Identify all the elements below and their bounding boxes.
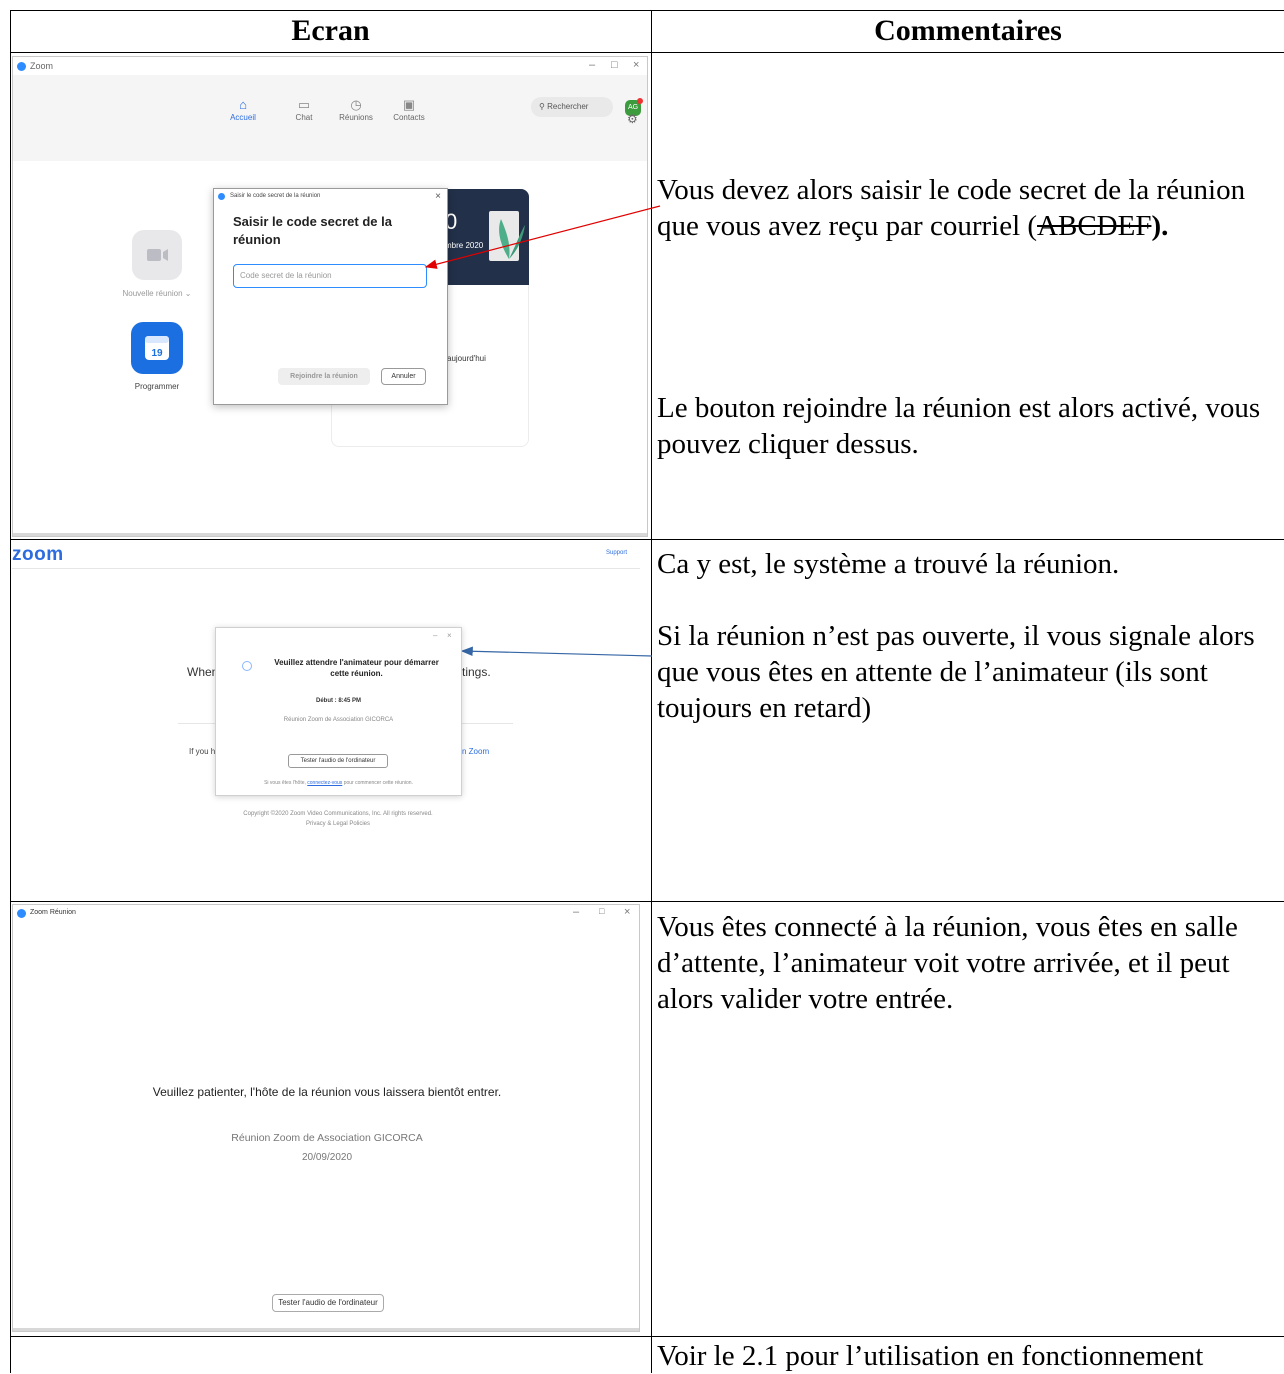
nav-meetings[interactable]: ◷ Réunions xyxy=(331,97,381,122)
bg-text-ifyou: If you h xyxy=(189,747,216,756)
row2-divider xyxy=(10,901,1284,902)
new-meeting-tile[interactable] xyxy=(132,230,182,280)
close-icon[interactable]: × xyxy=(633,59,639,71)
bg-text-zoom: n Zoom xyxy=(462,747,490,756)
row2-comment-1: Ca y est, le système a trouvé la réunion… xyxy=(657,546,1281,582)
card-today: aujourd'hui xyxy=(447,354,486,363)
document-page: { "table": { "col_screen": "Ecran", "col… xyxy=(0,0,1284,1373)
window-titlebar: Zoom – □ × xyxy=(13,57,647,75)
test-audio-button[interactable]: Tester l'audio de l'ordinateur xyxy=(272,1294,384,1312)
chat-icon: ▭ xyxy=(297,97,311,112)
row4-comment-text: Voir le 2.1 pour l’utilisation en foncti… xyxy=(657,1340,1204,1372)
row2-comment-2-text: Si la réunion n’est pas ouverte, il vous… xyxy=(657,620,1255,724)
host-signin-link[interactable]: connectez-vous xyxy=(307,780,342,786)
minimize-icon[interactable]: – xyxy=(573,906,579,918)
row1-comment-code: ABCDEF xyxy=(1037,210,1152,242)
dialog-close-icon[interactable]: × xyxy=(435,191,441,202)
dialog-heading: Saisir le code secret de la réunion xyxy=(233,214,392,247)
window-bottom-edge xyxy=(13,533,647,536)
nav-home-label: Accueil xyxy=(230,113,256,122)
zoom-logo-icon xyxy=(218,193,225,200)
bg-text-tings: tings. xyxy=(462,665,491,679)
meeting-date: 20/09/2020 xyxy=(301,1152,353,1163)
row2-comment-1-text: Ca y est, le système a trouvé la réunion… xyxy=(657,548,1120,580)
window-titlebar: Zoom Réunion – □ × xyxy=(13,905,639,923)
schedule-label: Programmer xyxy=(134,382,180,391)
row4-comment: Voir le 2.1 pour l’utilisation en foncti… xyxy=(657,1338,1281,1374)
meeting-name: Réunion Zoom de Association GICORCA xyxy=(231,1132,423,1144)
nav-contacts-label: Contacts xyxy=(393,113,425,122)
minimize-icon[interactable]: – xyxy=(589,59,595,71)
plant-leaf-icon xyxy=(499,219,525,259)
dialog-minimize-icon[interactable]: – xyxy=(433,631,437,640)
cancel-button[interactable]: Annuler xyxy=(381,368,426,385)
maximize-icon[interactable]: □ xyxy=(599,906,604,916)
window-title: Zoom xyxy=(30,61,54,71)
test-audio-button[interactable]: Tester l'audio de l'ordinateur xyxy=(288,754,388,768)
dialog-close-icon[interactable]: × xyxy=(447,631,452,640)
dialog-title: Saisir le code secret de la réunion xyxy=(230,193,321,199)
row1-comment-close: ). xyxy=(1151,210,1169,242)
row1-comment-2: Le bouton rejoindre la réunion est alors… xyxy=(657,390,1281,462)
meeting-name: Réunion Zoom de Association GICORCA xyxy=(283,717,394,723)
row3-comment: Vous êtes connecté à la réunion, vous êt… xyxy=(657,909,1281,1017)
zoom-logo-icon xyxy=(17,62,26,71)
passcode-dialog: Saisir le code secret de la réunion × Sa… xyxy=(213,188,448,405)
row3-divider xyxy=(10,1336,1284,1337)
home-icon: ⌂ xyxy=(239,97,247,112)
row2-comment-2: Si la réunion n’est pas ouverte, il vous… xyxy=(657,618,1281,726)
zoom-wordmark-logo: zoom xyxy=(12,544,64,565)
waiting-host-dialog: – × Veuillez attendre l'animateur pour d… xyxy=(215,627,462,796)
header-screen: Ecran xyxy=(291,14,370,47)
nav-home[interactable]: ⌂ Accueil xyxy=(218,97,268,122)
new-meeting-label: Nouvelle réunion ⌄ xyxy=(122,289,192,298)
waiting-room-message: Veuillez patienter, l'hôte de la réunion… xyxy=(152,1085,502,1099)
contacts-icon: ▣ xyxy=(402,97,416,112)
privacy-link[interactable]: Privacy & Legal Policies xyxy=(12,821,664,827)
header-comments: Commentaires xyxy=(874,14,1062,47)
video-camera-icon xyxy=(147,249,168,261)
schedule-tile[interactable]: 19 xyxy=(131,322,183,374)
table-border-top xyxy=(10,10,1284,11)
loading-spinner-icon xyxy=(242,661,252,671)
passcode-input[interactable]: Code secret de la réunion xyxy=(233,264,427,288)
nav-meetings-label: Réunions xyxy=(339,113,373,122)
zoom-logo-icon xyxy=(17,909,26,918)
bg-text-when: When xyxy=(187,665,219,679)
row1-divider xyxy=(10,539,1284,540)
join-meeting-button[interactable]: Rejoindre la réunion xyxy=(278,368,370,385)
nav-chat[interactable]: ▭ Chat xyxy=(279,97,329,122)
nav-chat-label: Chat xyxy=(295,113,313,122)
nav-contacts[interactable]: ▣ Contacts xyxy=(384,97,434,122)
start-time: Début : 8:45 PM xyxy=(315,698,361,704)
search-placeholder: Rechercher xyxy=(547,102,589,111)
gear-icon[interactable]: ⚙ xyxy=(627,112,638,126)
top-navbar: ⌂ Accueil ▭ Chat ◷ Réunions ▣ Contacts ⚲… xyxy=(13,75,647,161)
table-border-left xyxy=(10,10,11,1373)
window-title: Zoom Réunion xyxy=(30,909,76,916)
calendar-icon: 19 xyxy=(145,336,169,360)
close-icon[interactable]: × xyxy=(624,906,630,918)
copyright-text: Copyright ©2020 Zoom Video Communication… xyxy=(243,811,433,817)
search-icon: ⚲ xyxy=(539,102,545,111)
table-header-divider xyxy=(10,52,1284,53)
maximize-icon[interactable]: □ xyxy=(611,59,618,71)
table-column-divider xyxy=(651,10,652,1373)
row1-comment-2-text: Le bouton rejoindre la réunion est alors… xyxy=(657,392,1261,460)
calendar-day: 19 xyxy=(151,348,163,359)
row1-comment-1: Vous devez alors saisir le code secret d… xyxy=(657,172,1281,244)
row3-comment-text: Vous êtes connecté à la réunion, vous êt… xyxy=(657,911,1238,1015)
waiting-message: Veuillez attendre l'animateur pour démar… xyxy=(274,658,439,678)
search-input[interactable]: ⚲ Rechercher xyxy=(531,97,613,117)
support-link[interactable]: Support xyxy=(606,550,627,556)
card-date: mbre 2020 xyxy=(445,241,484,250)
host-signin-hint: Si vous êtes l'hôte, connectez-vous pour… xyxy=(264,780,413,786)
clock-icon: ◷ xyxy=(350,97,362,112)
header-divider xyxy=(12,568,640,569)
window-bottom-edge xyxy=(13,1328,639,1331)
zoom-meeting-window: Zoom Réunion – □ × Veuillez patienter, l… xyxy=(12,904,640,1332)
